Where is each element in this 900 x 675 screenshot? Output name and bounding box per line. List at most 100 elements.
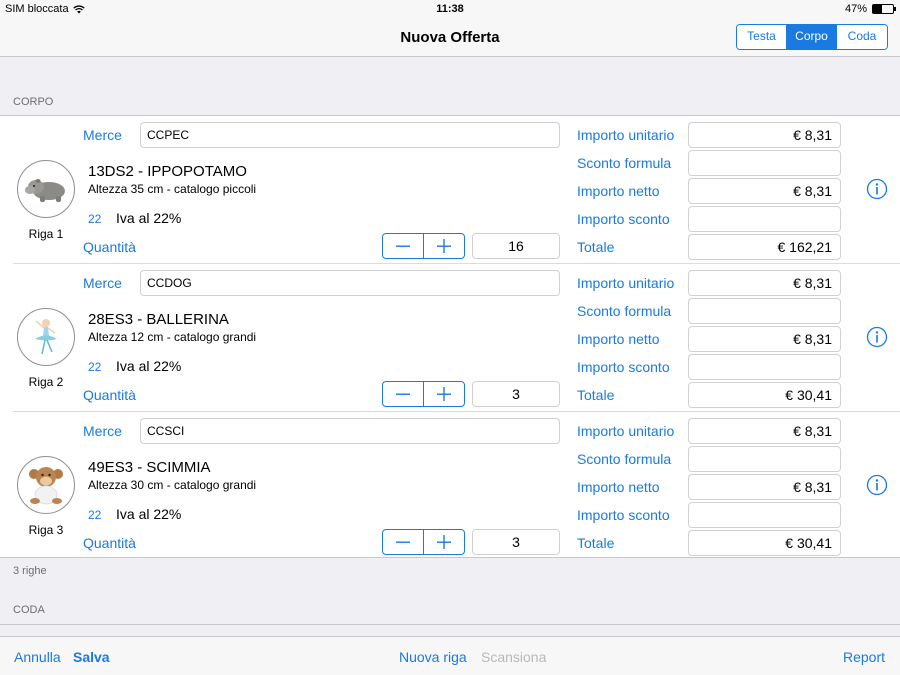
clock: 11:38: [436, 3, 464, 15]
battery-percent: 47%: [844, 3, 867, 15]
hippo-plush-icon: [25, 179, 65, 202]
increment-button[interactable]: [424, 234, 464, 258]
table-row: Riga 3 Merce CCSCI 49ES3 - SCIMMIA Altez…: [0, 412, 900, 560]
merce-label[interactable]: Merce: [83, 423, 122, 439]
importo-sconto-field[interactable]: [688, 354, 841, 380]
minus-icon: [396, 393, 410, 395]
merce-field[interactable]: CCPEC: [140, 122, 560, 148]
section-header-coda: CODA: [13, 604, 45, 616]
quantity-field[interactable]: 3: [472, 381, 560, 407]
sconto-formula-label[interactable]: Sconto formula: [577, 303, 671, 319]
totale-label[interactable]: Totale: [577, 387, 614, 403]
iva-description: Iva al 22%: [116, 210, 182, 226]
importo-unitario-label[interactable]: Importo unitario: [577, 275, 674, 291]
decrement-button[interactable]: [383, 382, 424, 406]
totale-field[interactable]: € 30,41: [688, 530, 841, 556]
iva-code[interactable]: 22: [88, 212, 101, 226]
segment-testa[interactable]: Testa: [737, 25, 787, 49]
totale-label[interactable]: Totale: [577, 535, 614, 551]
nuova-riga-button[interactable]: Nuova riga: [399, 649, 467, 665]
row-number-label: Riga 3: [28, 523, 64, 537]
importo-unitario-field[interactable]: € 8,31: [688, 270, 841, 296]
totale-label[interactable]: Totale: [577, 239, 614, 255]
decrement-button[interactable]: [383, 530, 424, 554]
section-segmented-control: Testa Corpo Coda: [736, 24, 888, 50]
segment-corpo[interactable]: Corpo: [787, 25, 837, 49]
importo-netto-label[interactable]: Importo netto: [577, 331, 660, 347]
plus-icon: [437, 535, 451, 549]
quantity-field[interactable]: 3: [472, 529, 560, 555]
importo-netto-field[interactable]: € 8,31: [688, 326, 841, 352]
table-row: Riga 1 Merce CCPEC 13DS2 - IPPOPOTAMO Al…: [0, 116, 900, 264]
battery-icon: [872, 4, 896, 14]
segment-coda[interactable]: Coda: [837, 25, 887, 49]
salva-button[interactable]: Salva: [73, 649, 110, 665]
importo-sconto-label[interactable]: Importo sconto: [577, 359, 670, 375]
plus-icon: [437, 239, 451, 253]
section-header-corpo: CORPO: [13, 96, 54, 108]
quantita-label[interactable]: Quantità: [83, 387, 136, 403]
quantity-stepper: [382, 529, 465, 555]
product-title: 28ES3 - BALLERINA: [88, 311, 229, 328]
merce-label[interactable]: Merce: [83, 275, 122, 291]
importo-sconto-field[interactable]: [688, 206, 841, 232]
info-icon[interactable]: [866, 178, 888, 200]
merce-field[interactable]: CCDOG: [140, 270, 560, 296]
decrement-button[interactable]: [383, 234, 424, 258]
info-icon[interactable]: [866, 474, 888, 496]
product-image: [17, 456, 75, 514]
product-description: Altezza 30 cm - catalogo grandi: [88, 478, 257, 492]
importo-sconto-field[interactable]: [688, 502, 841, 528]
product-title: 13DS2 - IPPOPOTAMO: [88, 163, 247, 180]
monkey-plush-icon: [29, 467, 63, 505]
importo-netto-field[interactable]: € 8,31: [688, 178, 841, 204]
quantita-label[interactable]: Quantità: [83, 239, 136, 255]
row-number-label: Riga 2: [28, 375, 64, 389]
minus-icon: [396, 541, 410, 543]
sconto-formula-label[interactable]: Sconto formula: [577, 451, 671, 467]
sconto-formula-field[interactable]: [688, 446, 841, 472]
report-button[interactable]: Report: [843, 649, 885, 665]
quantity-field[interactable]: 16: [472, 233, 560, 259]
importo-netto-label[interactable]: Importo netto: [577, 479, 660, 495]
battery-info: 47%: [844, 3, 896, 15]
importo-unitario-label[interactable]: Importo unitario: [577, 423, 674, 439]
info-icon[interactable]: [866, 326, 888, 348]
lines-table: Riga 1 Merce CCPEC 13DS2 - IPPOPOTAMO Al…: [0, 115, 900, 558]
quantita-label[interactable]: Quantità: [83, 535, 136, 551]
sconto-formula-label[interactable]: Sconto formula: [577, 155, 671, 171]
merce-field[interactable]: CCSCI: [140, 418, 560, 444]
importo-netto-label[interactable]: Importo netto: [577, 183, 660, 199]
merce-label[interactable]: Merce: [83, 127, 122, 143]
product-image: [17, 160, 75, 218]
minus-icon: [396, 245, 410, 247]
increment-button[interactable]: [424, 530, 464, 554]
row-number-label: Riga 1: [28, 227, 64, 241]
iva-code[interactable]: 22: [88, 360, 101, 374]
totale-field[interactable]: € 162,21: [688, 234, 841, 260]
quantity-stepper: [382, 381, 465, 407]
table-row: Riga 2 Merce CCDOG 28ES3 - BALLERINA Alt…: [0, 264, 900, 412]
totale-field[interactable]: € 30,41: [688, 382, 841, 408]
importo-netto-field[interactable]: € 8,31: [688, 474, 841, 500]
importo-unitario-field[interactable]: € 8,31: [688, 418, 841, 444]
bottom-toolbar: Annulla Salva Nuova riga Scansiona Repor…: [0, 636, 900, 675]
row-count: 3 righe: [13, 565, 47, 577]
importo-unitario-field[interactable]: € 8,31: [688, 122, 841, 148]
importo-sconto-label[interactable]: Importo sconto: [577, 507, 670, 523]
scansiona-button[interactable]: Scansiona: [481, 649, 546, 665]
product-description: Altezza 12 cm - catalogo grandi: [88, 330, 257, 344]
importo-sconto-label[interactable]: Importo sconto: [577, 211, 670, 227]
importo-unitario-label[interactable]: Importo unitario: [577, 127, 674, 143]
navigation-bar: Nuova Offerta Testa Corpo Coda: [0, 20, 900, 57]
plus-icon: [437, 387, 451, 401]
sconto-formula-field[interactable]: [688, 150, 841, 176]
increment-button[interactable]: [424, 382, 464, 406]
iva-description: Iva al 22%: [116, 506, 182, 522]
annulla-button[interactable]: Annulla: [14, 649, 61, 665]
iva-description: Iva al 22%: [116, 358, 182, 374]
sconto-formula-field[interactable]: [688, 298, 841, 324]
quantity-stepper: [382, 233, 465, 259]
iva-code[interactable]: 22: [88, 508, 101, 522]
ballerina-figure-icon: [35, 319, 57, 355]
